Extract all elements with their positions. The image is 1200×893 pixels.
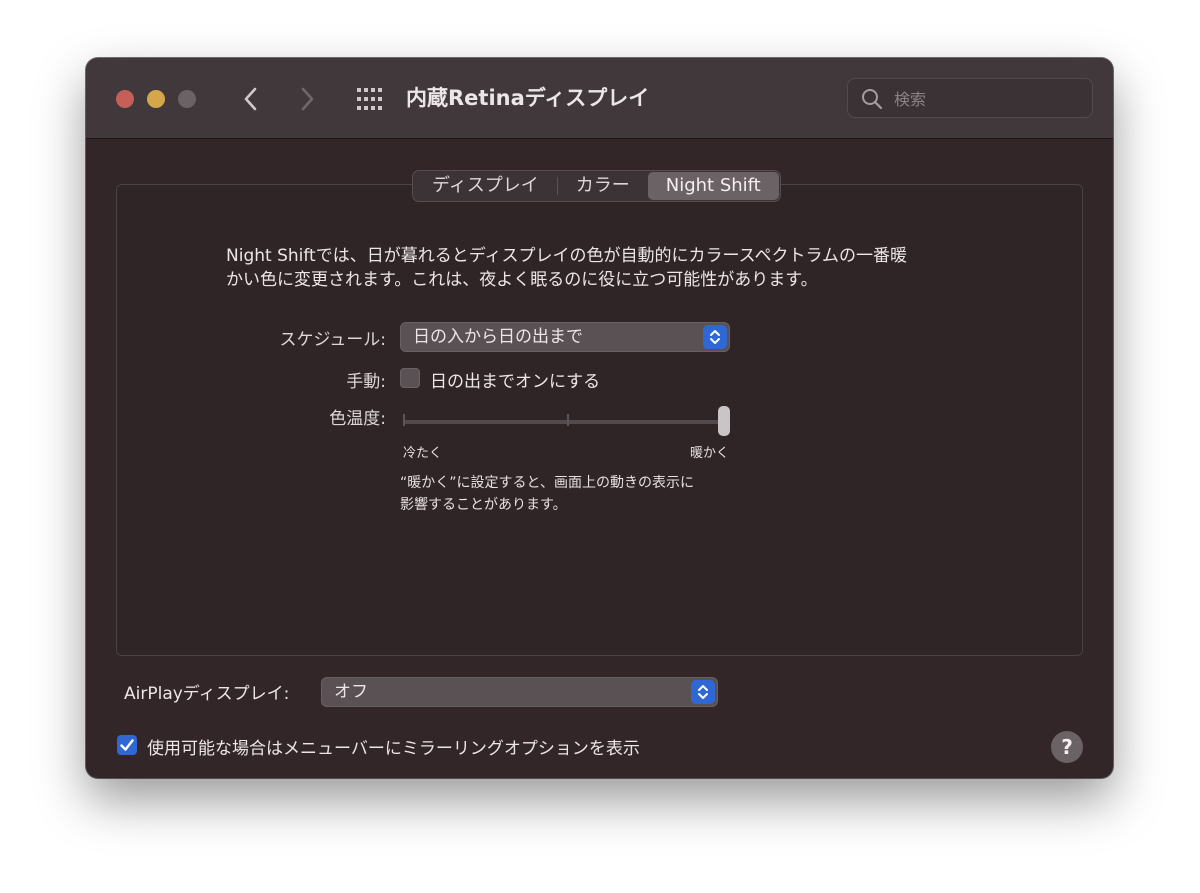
airplay-value: オフ bbox=[334, 682, 368, 702]
back-chevron-icon bbox=[244, 87, 257, 111]
grid-icon bbox=[357, 88, 382, 110]
stepper-icon bbox=[703, 325, 727, 349]
note-line: 影響することがあります。 bbox=[400, 497, 567, 513]
manual-checkbox[interactable] bbox=[400, 368, 420, 388]
color-temp-slider-knob[interactable] bbox=[718, 406, 730, 436]
night-shift-description: Night Shiftでは、日が暮れるとディスプレイの色が自動的にカラースペクト… bbox=[226, 244, 986, 292]
help-button[interactable]: ? bbox=[1051, 731, 1083, 763]
back-button[interactable] bbox=[238, 84, 264, 114]
forward-button[interactable] bbox=[294, 84, 320, 114]
tab-night-shift[interactable]: Night Shift bbox=[647, 172, 779, 200]
color-temp-label: 色温度: bbox=[329, 409, 386, 429]
tab-display[interactable]: ディスプレイ bbox=[414, 172, 557, 200]
close-button[interactable] bbox=[116, 90, 134, 108]
schedule-value: 日の入から日の出まで bbox=[413, 327, 583, 347]
search-icon bbox=[862, 89, 883, 110]
color-temp-note: “暖かく”に設定すると、画面上の動きの表示に 影響することがあります。 bbox=[400, 472, 694, 516]
stepper-icon bbox=[691, 680, 715, 704]
description-line: Night Shiftでは、日が暮れるとディスプレイの色が自動的にカラースペクト… bbox=[226, 246, 907, 266]
forward-chevron-icon bbox=[301, 87, 314, 111]
slider-tick bbox=[403, 414, 405, 426]
checkmark-icon bbox=[120, 739, 134, 751]
note-line: “暖かく”に設定すると、画面上の動きの表示に bbox=[400, 475, 694, 491]
window-title: 内蔵Retinaディスプレイ bbox=[406, 86, 650, 110]
show-all-button[interactable] bbox=[356, 87, 384, 111]
minimize-button[interactable] bbox=[147, 90, 165, 108]
schedule-label: スケジュール: bbox=[279, 330, 386, 350]
airplay-popup[interactable]: オフ bbox=[321, 677, 718, 707]
mirroring-label: 使用可能な場合はメニューバーにミラーリングオプションを表示 bbox=[147, 739, 640, 759]
search-field[interactable] bbox=[847, 78, 1093, 118]
system-preferences-window: 内蔵Retinaディスプレイ ディスプレイ カラー Night Shift Ni… bbox=[86, 58, 1113, 778]
manual-label: 手動: bbox=[346, 372, 386, 392]
tab-color[interactable]: カラー bbox=[558, 172, 648, 200]
slider-tick bbox=[567, 414, 569, 426]
zoom-button[interactable] bbox=[178, 90, 196, 108]
manual-checkbox-label: 日の出までオンにする bbox=[430, 372, 601, 392]
description-line: かい色に変更されます。これは、夜よく眠るのに役に立つ可能性があります。 bbox=[226, 270, 818, 290]
slider-min-label: 冷たく bbox=[403, 446, 443, 461]
titlebar: 内蔵Retinaディスプレイ bbox=[86, 58, 1113, 139]
mirroring-checkbox[interactable] bbox=[117, 735, 137, 755]
schedule-popup[interactable]: 日の入から日の出まで bbox=[400, 322, 730, 352]
airplay-label: AirPlayディスプレイ: bbox=[124, 684, 290, 704]
search-input[interactable] bbox=[892, 84, 1086, 114]
slider-max-label: 暖かく bbox=[690, 446, 730, 461]
tab-bar: ディスプレイ カラー Night Shift bbox=[412, 170, 781, 202]
